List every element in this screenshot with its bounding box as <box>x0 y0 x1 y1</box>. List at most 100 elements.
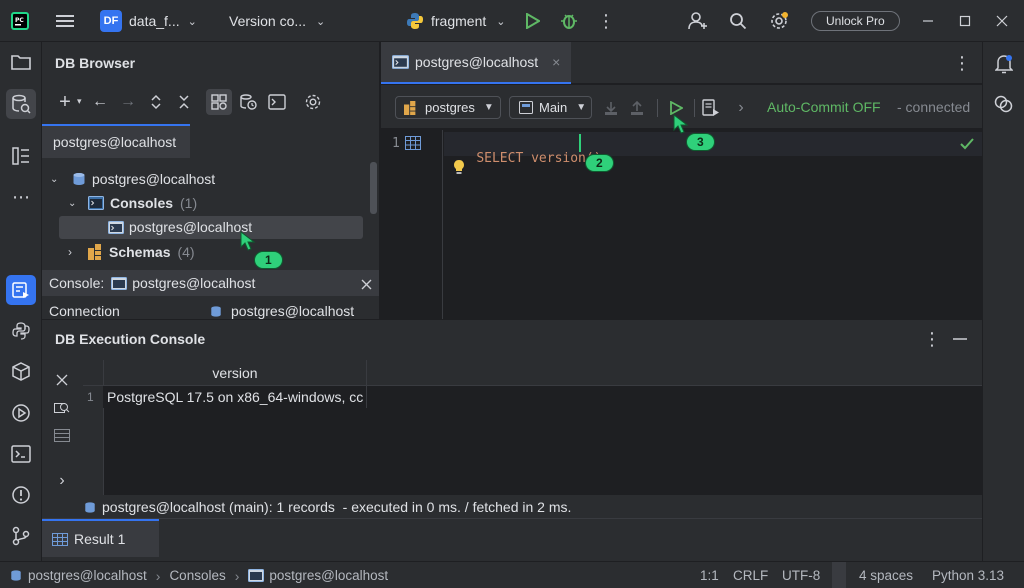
run-config-selector[interactable]: fragment ⌄ <box>406 0 505 42</box>
ai-assistant-icon[interactable] <box>992 92 1016 116</box>
rollback-icon[interactable] <box>627 97 647 119</box>
schema-selector-label: Main <box>539 100 568 115</box>
execution-console-panel: DB Execution Console ⋮ › version 1 Postg… <box>42 319 982 562</box>
lightbulb-icon[interactable] <box>450 158 468 176</box>
db-execution-console-tool-icon[interactable] <box>6 275 36 305</box>
gutter <box>381 130 443 319</box>
connection-selector-label: postgres <box>425 100 475 115</box>
execution-status-row: postgres@localhost (main): 1 records - e… <box>82 496 982 518</box>
services-icon[interactable] <box>9 401 33 425</box>
notifications-bell-icon[interactable] <box>992 52 1016 76</box>
editor-more-icon[interactable]: ⋮ <box>952 52 972 74</box>
db-browser-title: DB Browser <box>55 55 136 71</box>
chevron-right-icon[interactable]: › <box>52 471 72 491</box>
tree-console-item[interactable]: postgres@localhost <box>108 215 358 239</box>
tree-consoles-row[interactable]: ⌄ Consoles (1) <box>68 191 368 215</box>
back-arrow-icon[interactable]: ← <box>89 91 111 113</box>
left-tool-strip: ⋯ <box>0 42 42 561</box>
collapse-all-icon[interactable] <box>173 91 195 113</box>
table-grid-icon[interactable] <box>405 136 421 153</box>
schema-history-icon[interactable] <box>237 91 259 113</box>
chevron-right-icon: › <box>155 567 161 584</box>
more-horizontal-icon[interactable]: ⋯ <box>9 185 33 209</box>
connection-settings-icon[interactable] <box>206 89 232 115</box>
debug-icon[interactable] <box>558 10 580 32</box>
connection-tab[interactable]: postgres@localhost <box>42 124 190 158</box>
autocommit-status[interactable]: Auto-Commit OFF <box>767 99 881 115</box>
indent-setting[interactable]: 4 spaces <box>859 562 913 588</box>
close-window-icon[interactable] <box>990 10 1014 32</box>
tree-schemas-row[interactable]: › Schemas (4) <box>68 240 368 264</box>
console-file-icon <box>392 55 409 69</box>
expand-all-icon[interactable] <box>145 91 167 113</box>
settings-gear-icon[interactable] <box>767 10 791 32</box>
terminal-icon[interactable] <box>9 442 33 466</box>
explain-plan-icon[interactable] <box>700 97 722 119</box>
main-menu-icon[interactable] <box>52 9 78 33</box>
structure-icon[interactable] <box>9 144 33 168</box>
project-folder-icon[interactable] <box>9 50 33 74</box>
console-prefix: Console: <box>49 275 105 291</box>
editor-tab[interactable]: postgres@localhost × <box>381 42 571 84</box>
breadcrumb: postgres@localhost › Consoles › postgres… <box>10 562 388 588</box>
unlock-pro-button[interactable]: Unlock Pro <box>811 11 900 31</box>
python-interpreter[interactable]: Python 3.13 <box>932 562 1004 588</box>
consoles-folder-icon <box>88 196 104 210</box>
close-tab-icon[interactable]: × <box>552 54 560 70</box>
vcs-selector[interactable]: Version co... ⌄ <box>229 0 325 42</box>
app-logo-icon[interactable]: PC <box>10 11 30 31</box>
breadcrumb-item[interactable]: Consoles <box>169 568 225 583</box>
minimize-panel-icon[interactable] <box>950 328 970 350</box>
minimize-icon[interactable] <box>916 10 940 32</box>
file-encoding[interactable]: UTF-8 <box>782 562 820 588</box>
line-separator[interactable]: CRLF <box>733 562 768 588</box>
row-number: 1 <box>87 390 94 404</box>
connection-label: Connection <box>49 303 120 319</box>
chevron-right-icon: › <box>68 245 72 259</box>
console-item-label: postgres@localhost <box>129 219 253 235</box>
console-details-name: postgres@localhost <box>132 275 256 291</box>
close-details-icon[interactable] <box>356 274 376 294</box>
python-packages-icon[interactable] <box>9 360 33 384</box>
breadcrumb-item[interactable]: postgres@localhost <box>28 568 147 583</box>
add-user-icon[interactable] <box>686 10 710 32</box>
chevron-down-icon: ⌄ <box>316 15 326 28</box>
search-icon[interactable] <box>726 10 750 32</box>
python-console-icon[interactable] <box>9 319 33 343</box>
add-icon[interactable]: + <box>54 91 76 113</box>
git-icon[interactable] <box>9 524 33 548</box>
run-icon[interactable] <box>522 10 544 32</box>
tree-root-row[interactable]: ⌄ postgres@localhost <box>50 167 370 191</box>
breadcrumb-item[interactable]: postgres@localhost <box>269 568 388 583</box>
result-cell[interactable]: PostgreSQL 17.5 on x86_64-windows, cc <box>104 386 367 408</box>
console-more-icon[interactable]: ⋮ <box>922 328 942 350</box>
editor-panel: postgres@localhost × ⋮ postgres ▼ Main ▼… <box>381 42 982 319</box>
results-table-icon[interactable] <box>52 425 72 445</box>
tree-scrollbar[interactable] <box>370 162 377 214</box>
close-icon[interactable] <box>52 370 72 390</box>
forward-arrow-icon[interactable]: → <box>117 91 139 113</box>
settings-icon[interactable] <box>302 91 324 113</box>
search-in-results-icon[interactable] <box>52 398 72 418</box>
column-header-version[interactable]: version <box>103 360 367 386</box>
caret-position[interactable]: 1:1 <box>700 562 719 588</box>
status-divider <box>832 562 846 588</box>
problems-icon[interactable] <box>9 483 33 507</box>
connection-selector[interactable]: postgres ▼ <box>395 96 501 119</box>
project-selector[interactable]: DF data_f... ⌄ <box>100 0 197 42</box>
chevron-right-icon[interactable]: › <box>733 97 749 119</box>
maximize-icon[interactable] <box>953 10 977 32</box>
open-console-icon[interactable] <box>266 91 288 113</box>
result-tab[interactable]: Result 1 <box>42 519 159 557</box>
step-marker-1: 1 <box>254 251 283 269</box>
dropdown-caret-icon: ▼ <box>576 102 587 113</box>
db-browser-tool-icon[interactable] <box>6 89 36 119</box>
consoles-count: (1) <box>180 195 198 211</box>
chevron-down-icon: ⌄ <box>68 197 77 209</box>
schema-selector[interactable]: Main ▼ <box>509 96 592 119</box>
connection-tab-label: postgres@localhost <box>53 134 177 150</box>
commit-icon[interactable] <box>601 97 621 119</box>
more-vertical-icon[interactable]: ⋮ <box>596 10 616 32</box>
toolbar-divider <box>657 99 658 117</box>
connection-value-row: postgres@localhost <box>210 303 354 319</box>
